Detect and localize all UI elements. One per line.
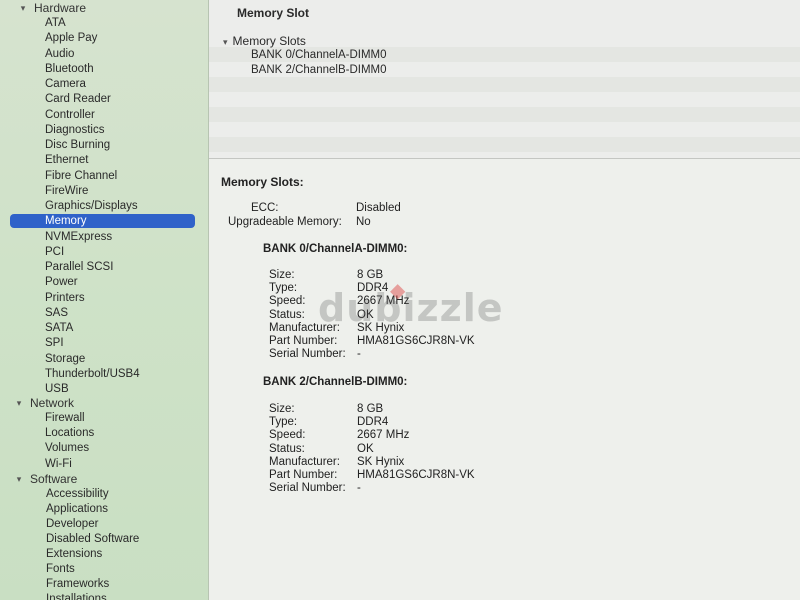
column-header[interactable]: Memory Slot xyxy=(237,6,309,20)
bank-title: BANK 0/ChannelA-DIMM0: xyxy=(263,243,408,255)
field-label: Status: xyxy=(269,308,305,321)
ecc-label: ECC: xyxy=(251,202,279,214)
field-value: SK Hynix xyxy=(357,321,405,334)
sidebar-item-extensions[interactable]: Extensions xyxy=(46,547,102,561)
memory-detail-pane: Memory Slots: ECC: Disabled Upgradeable … xyxy=(209,159,800,600)
sidebar-item-applications[interactable]: Applications xyxy=(46,502,108,516)
field-label: Serial Number: xyxy=(269,348,346,361)
sidebar-group-network[interactable]: ▾ Network xyxy=(0,396,74,410)
sidebar-item-sas[interactable]: SAS xyxy=(45,306,68,320)
tree-row-bank0[interactable]: BANK 0/ChannelA-DIMM0 xyxy=(251,49,387,61)
ecc-value: Disabled xyxy=(356,202,401,214)
field-value: OK xyxy=(357,308,374,321)
sidebar-item-disc-burning[interactable]: Disc Burning xyxy=(45,138,110,152)
detail-heading: Memory Slots: xyxy=(221,175,304,189)
field-value: 2667 MHz xyxy=(357,429,410,442)
sidebar-item-storage[interactable]: Storage xyxy=(45,352,85,366)
sidebar-item-audio[interactable]: Audio xyxy=(45,47,74,61)
sidebar-item-parallel-scsi[interactable]: Parallel SCSI xyxy=(45,260,113,274)
upgradeable-value: No xyxy=(356,216,371,228)
sidebar-item-firewire[interactable]: FireWire xyxy=(45,184,88,198)
sidebar-item-apple-pay[interactable]: Apple Pay xyxy=(45,31,97,45)
sidebar-item-ethernet[interactable]: Ethernet xyxy=(45,153,88,167)
field-value: - xyxy=(357,348,361,361)
sidebar-group-hardware[interactable]: ▾ Hardware xyxy=(0,1,86,15)
field-label: Type: xyxy=(269,282,298,295)
field-label: Type: xyxy=(269,416,298,429)
field-value: OK xyxy=(357,442,374,455)
tree-row-bank2[interactable]: BANK 2/ChannelB-DIMM0 xyxy=(251,64,387,76)
chevron-down-icon[interactable]: ▾ xyxy=(18,3,28,14)
sidebar-item-installations[interactable]: Installations xyxy=(46,592,107,600)
field-value: HMA81GS6CJR8N-VK xyxy=(357,469,475,481)
field-value: 2667 MHz xyxy=(357,295,410,308)
sidebar-item-card-reader[interactable]: Card Reader xyxy=(45,92,111,106)
sidebar-item-spi[interactable]: SPI xyxy=(45,336,64,350)
sidebar-item-pci[interactable]: PCI xyxy=(45,245,64,259)
field-value: SK Hynix xyxy=(357,455,405,468)
sidebar-group-label: Network xyxy=(30,396,75,410)
field-label: Manufacturer: xyxy=(269,321,340,334)
sidebar-item-thunderbolt-usb4[interactable]: Thunderbolt/USB4 xyxy=(45,367,140,381)
sidebar-item-frameworks[interactable]: Frameworks xyxy=(46,577,109,591)
sidebar-item-fibre-channel[interactable]: Fibre Channel xyxy=(45,169,117,183)
sidebar-item-diagnostics[interactable]: Diagnostics xyxy=(45,123,104,137)
field-value: 8 GB xyxy=(357,403,384,415)
memory-slot-list-pane: Memory Slot ▾ Memory Slots BANK 0/Channel… xyxy=(209,0,800,159)
field-label: Size: xyxy=(269,403,295,415)
sidebar-item-camera[interactable]: Camera xyxy=(45,77,86,91)
sidebar-item-volumes[interactable]: Volumes xyxy=(45,441,89,455)
sidebar-item-locations[interactable]: Locations xyxy=(45,426,94,440)
sidebar-item-bluetooth[interactable]: Bluetooth xyxy=(45,62,94,76)
field-value: DDR4 xyxy=(357,416,389,429)
sidebar-item-power[interactable]: Power xyxy=(45,275,78,289)
sidebar-item-developer[interactable]: Developer xyxy=(46,517,98,531)
field-label: Part Number: xyxy=(269,335,338,347)
field-label: Serial Number: xyxy=(269,482,346,495)
sidebar-item-firewall[interactable]: Firewall xyxy=(45,411,85,425)
chevron-down-icon[interactable]: ▾ xyxy=(14,474,24,485)
tree-group-label: Memory Slots xyxy=(232,34,306,48)
sidebar-item-ata[interactable]: ATA xyxy=(45,16,66,30)
field-label: Status: xyxy=(269,442,305,455)
chevron-down-icon[interactable]: ▾ xyxy=(223,37,228,47)
field-value: 8 GB xyxy=(357,269,384,281)
sidebar-item-fonts[interactable]: Fonts xyxy=(46,562,75,576)
field-label: Speed: xyxy=(269,429,306,442)
upgradeable-label: Upgradeable Memory: xyxy=(228,216,342,228)
sidebar-item-memory[interactable]: Memory xyxy=(10,214,195,229)
field-label: Manufacturer: xyxy=(269,455,340,468)
bank-title: BANK 2/ChannelB-DIMM0: xyxy=(263,376,408,388)
sidebar-group-label: Software xyxy=(30,472,78,486)
sidebar-item-accessibility[interactable]: Accessibility xyxy=(46,487,109,501)
chevron-down-icon[interactable]: ▾ xyxy=(14,398,24,409)
sidebar-item-wi-fi[interactable]: Wi-Fi xyxy=(45,457,72,471)
sidebar-item-sata[interactable]: SATA xyxy=(45,321,73,335)
tree-group-memory-slots[interactable]: ▾ Memory Slots xyxy=(223,34,306,48)
field-label: Part Number: xyxy=(269,469,338,481)
sidebar-group-label: Hardware xyxy=(34,1,87,15)
field-value: DDR4 xyxy=(357,282,389,295)
field-value: HMA81GS6CJR8N-VK xyxy=(357,335,475,347)
sidebar-item-graphics-displays[interactable]: Graphics/Displays xyxy=(45,199,138,213)
field-label: Speed: xyxy=(269,295,306,308)
sidebar-group-software[interactable]: ▾ Software xyxy=(0,472,78,486)
sidebar-item-controller[interactable]: Controller xyxy=(45,108,95,122)
sidebar: ▾ Hardware ATA Apple Pay Audio Bluetooth Cam… xyxy=(0,0,209,600)
sidebar-item-printers[interactable]: Printers xyxy=(45,291,85,305)
field-value: - xyxy=(357,482,361,495)
sidebar-item-nvmexpress[interactable]: NVMExpress xyxy=(45,230,112,244)
field-label: Size: xyxy=(269,269,295,281)
sidebar-item-disabled-software[interactable]: Disabled Software xyxy=(46,532,139,546)
sidebar-item-usb[interactable]: USB xyxy=(45,382,69,396)
